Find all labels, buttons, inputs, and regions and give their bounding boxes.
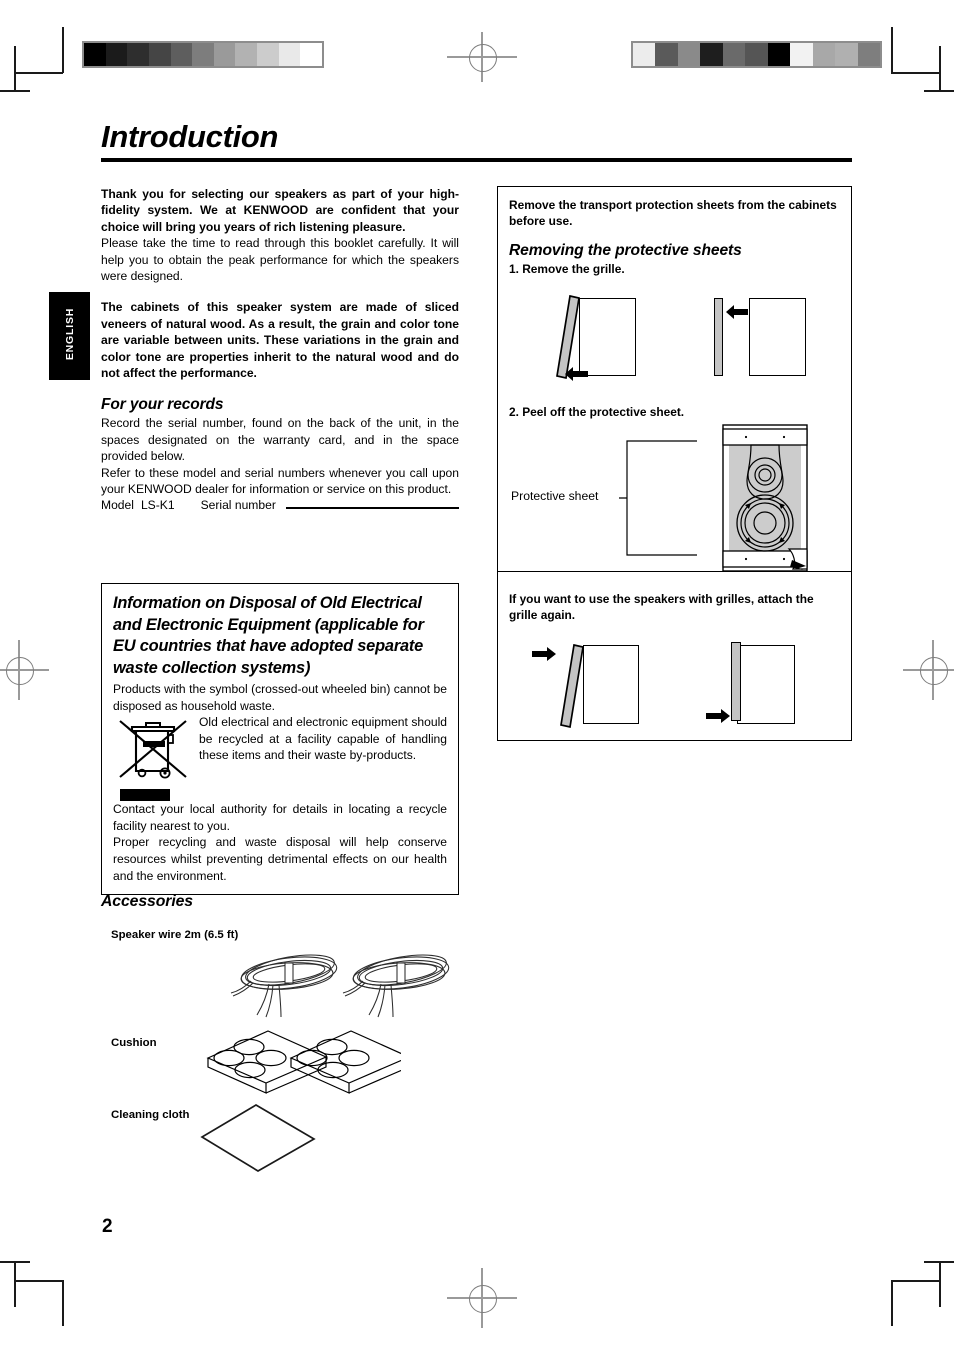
transport-sheet-notice: Remove the transport protection sheets f… xyxy=(509,198,837,228)
arrow-right-icon-2 xyxy=(705,709,731,723)
arrow-left-icon-1 xyxy=(564,367,590,381)
grayscale-patch-10 xyxy=(300,43,323,66)
protective-sheet-figure: Protective sheet xyxy=(509,423,840,575)
records-paragraph-1: Record the serial number, found on the b… xyxy=(101,416,459,464)
step-1-label: 1. Remove the grille. xyxy=(509,262,625,276)
for-your-records-heading: For your records xyxy=(101,396,224,414)
intro-body-paragraph: Please take the time to read through thi… xyxy=(101,236,459,284)
cabinet-front-right xyxy=(749,298,806,376)
grayscale-patch-9 xyxy=(278,43,301,66)
grayscale-calibration-strip-left xyxy=(82,41,324,68)
cushion-pad-icon xyxy=(186,1025,401,1097)
cabinet-front-right-attach xyxy=(737,645,795,724)
serial-number-entry-row: Model LS-K1 Serial number xyxy=(101,498,459,512)
arrow-left-icon-2 xyxy=(725,305,749,319)
grayscale-patch-8 xyxy=(812,43,836,66)
disposal-paragraph-1: Products with the symbol (crossed-out wh… xyxy=(113,682,447,713)
grayscale-patch-1 xyxy=(105,43,128,66)
model-value: LS-K1 xyxy=(140,497,175,512)
solid-bar-marking xyxy=(120,789,170,802)
records-paragraph-2: Refer to these model and serial numbers … xyxy=(101,465,459,497)
grille-attach-figure xyxy=(509,637,840,757)
accessories-section: Accessories Speaker wire 2m (6.5 ft) Cus… xyxy=(101,893,501,1181)
registration-crosshair-icon-top xyxy=(447,32,517,82)
grayscale-patch-4 xyxy=(170,43,193,66)
accessory-item-speaker-wire: Speaker wire 2m (6.5 ft) xyxy=(101,929,501,1025)
reattach-grille-note: If you want to use the speakers with gri… xyxy=(509,592,814,622)
language-tab-english: ENGLISH xyxy=(49,292,90,380)
serial-number-label: Serial number xyxy=(200,497,276,512)
disposal-heading: Information on Disposal of Old Electrica… xyxy=(113,594,424,677)
page-number: 2 xyxy=(102,1216,113,1237)
grayscale-patch-8 xyxy=(257,43,279,66)
accessory-label-cushion: Cushion xyxy=(111,1037,157,1049)
disposal-information-box: Information on Disposal of Old Electrica… xyxy=(101,583,459,896)
step-2-label: 2. Peel off the protective sheet. xyxy=(509,405,685,419)
page-title: Introduction xyxy=(101,119,279,154)
arrow-right-icon-1 xyxy=(531,647,557,661)
grayscale-patch-3 xyxy=(148,43,171,66)
protective-sheet-callout-leader xyxy=(619,433,699,563)
disposal-paragraph-3: Contact your local authority for details… xyxy=(113,802,447,833)
grayscale-calibration-strip-right xyxy=(631,41,882,68)
cleaning-cloth-icon xyxy=(196,1101,326,1176)
document-page: Introduction ENGLISH Thank you for selec… xyxy=(0,0,954,1351)
grayscale-patch-0 xyxy=(84,43,106,66)
grille-panel-tilted-left-attach xyxy=(557,641,597,735)
page-title-block: Introduction xyxy=(101,119,852,162)
accessory-item-cleaning-cloth: Cleaning cloth xyxy=(101,1101,501,1181)
grille-panel-attached-right xyxy=(731,642,741,721)
accessory-item-cushion: Cushion xyxy=(101,1025,501,1101)
registration-crosshair-icon-bottom xyxy=(447,1268,517,1328)
grayscale-patch-5 xyxy=(745,43,768,66)
model-label: Model xyxy=(101,497,134,512)
protective-sheet-instructions-box: Remove the transport protection sheets f… xyxy=(497,186,852,741)
grayscale-patch-6 xyxy=(767,43,791,66)
crossed-out-wheeled-bin-icon xyxy=(116,715,192,802)
registration-crosshair-icon-right xyxy=(903,640,954,700)
title-underline xyxy=(101,157,852,162)
grayscale-patch-5 xyxy=(192,43,214,66)
disposal-paragraph-4: Proper recycling and waste disposal will… xyxy=(113,835,447,883)
grayscale-patch-1 xyxy=(655,43,678,66)
grille-panel-detached-right xyxy=(714,298,723,376)
removing-protective-sheets-heading: Removing the protective sheets xyxy=(509,242,742,259)
serial-number-write-in-field[interactable] xyxy=(285,506,459,509)
grayscale-patch-7 xyxy=(235,43,258,66)
protective-sheet-callout-label: Protective sheet xyxy=(511,489,599,503)
accessory-label-speaker-wire: Speaker wire 2m (6.5 ft) xyxy=(111,929,239,941)
speaker-cabinet-front-illustration xyxy=(689,423,841,573)
accessory-label-cleaning-cloth: Cleaning cloth xyxy=(111,1109,190,1121)
speaker-wire-coil-icon xyxy=(229,951,459,1021)
registration-crosshair-icon-left xyxy=(0,640,49,700)
accessories-heading: Accessories xyxy=(101,893,193,910)
grayscale-patch-7 xyxy=(790,43,813,66)
grille-removal-figure xyxy=(509,288,840,403)
grayscale-patch-9 xyxy=(835,43,858,66)
grayscale-patch-3 xyxy=(700,43,723,66)
grayscale-patch-4 xyxy=(722,43,746,66)
grayscale-patch-0 xyxy=(633,43,656,66)
grayscale-patch-6 xyxy=(213,43,236,66)
grayscale-patch-10 xyxy=(857,43,880,66)
cabinet-notice-paragraph: The cabinets of this speaker system are … xyxy=(101,300,459,381)
language-tab-label: ENGLISH xyxy=(63,307,76,361)
grayscale-patch-2 xyxy=(127,43,149,66)
left-column: Thank you for selecting our speakers as … xyxy=(101,186,459,512)
disposal-body: Products with the symbol (crossed-out wh… xyxy=(113,681,447,884)
section-divider xyxy=(497,571,852,573)
intro-bold-paragraph: Thank you for selecting our speakers as … xyxy=(101,187,459,234)
grayscale-patch-2 xyxy=(677,43,701,66)
